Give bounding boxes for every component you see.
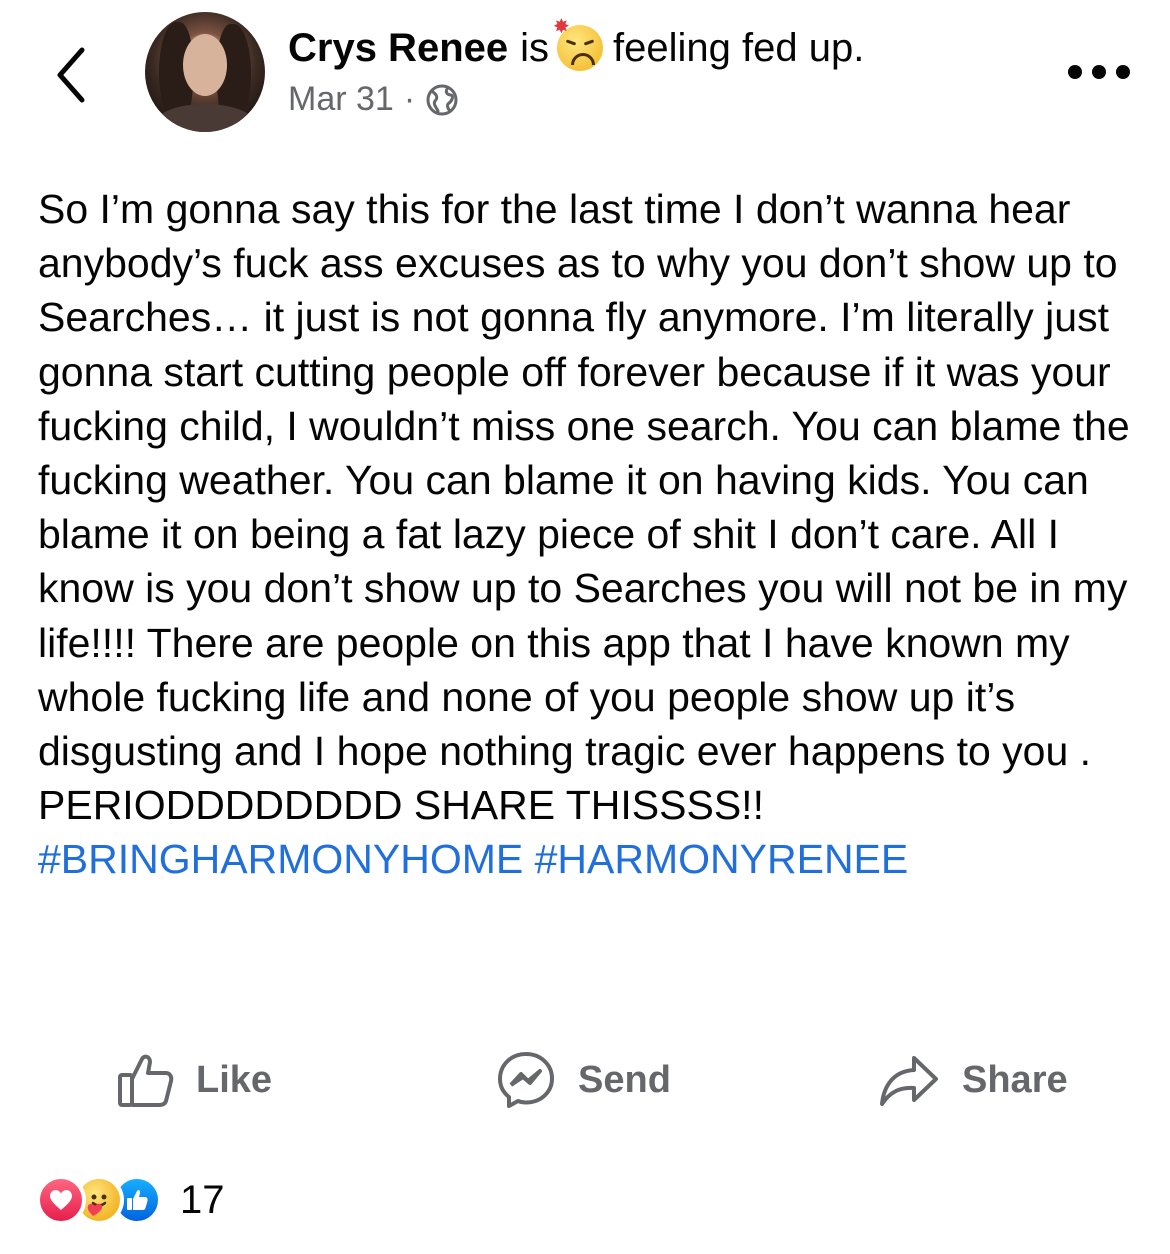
post-meta: Mar 31 · — [288, 80, 459, 119]
post-header: Crys Renee is ✸ feeling fed up. Mar 31 · — [0, 0, 1170, 150]
send-label: Send — [578, 1058, 671, 1101]
reaction-count: 17 — [180, 1177, 225, 1222]
like-label: Like — [196, 1058, 273, 1101]
globe-icon[interactable] — [425, 83, 459, 117]
share-arrow-icon — [880, 1056, 938, 1106]
share-label: Share — [962, 1058, 1068, 1101]
author-name[interactable]: Crys Renee — [288, 24, 508, 72]
dot-icon — [1068, 65, 1082, 79]
like-button[interactable]: Like — [116, 1040, 272, 1120]
is-word: is — [520, 26, 550, 70]
author-line: Crys Renee is ✸ feeling fed up. — [288, 17, 865, 72]
post-actions: Like Send Share — [0, 1040, 1170, 1120]
love-reaction-icon — [36, 1175, 86, 1225]
dot-icon — [1092, 65, 1106, 79]
meta-separator: · — [403, 80, 416, 118]
post-date[interactable]: Mar 31 — [288, 80, 394, 119]
feeling-text: feeling fed up. — [613, 26, 865, 70]
hashtag-link[interactable]: #BRINGHARMONYHOME — [38, 836, 523, 882]
more-options-button[interactable] — [1068, 60, 1130, 84]
share-button[interactable]: Share — [878, 1040, 1068, 1120]
thumbs-up-icon — [118, 1054, 174, 1107]
chevron-left-icon — [57, 47, 85, 103]
post-body-text: So I’m gonna say this for the last time … — [38, 186, 1130, 829]
dot-icon — [1116, 65, 1130, 79]
hashtag-link[interactable]: #HARMONYRENEE — [535, 836, 909, 882]
author-avatar[interactable] — [145, 12, 265, 132]
tired-face-emoji-icon: ✸ — [553, 17, 604, 71]
back-button[interactable] — [48, 40, 98, 110]
post-body: So I’m gonna say this for the last time … — [38, 182, 1138, 887]
reactions-summary[interactable]: 17 — [36, 1170, 225, 1230]
messenger-icon — [498, 1052, 554, 1108]
send-button[interactable]: Send — [496, 1040, 671, 1120]
